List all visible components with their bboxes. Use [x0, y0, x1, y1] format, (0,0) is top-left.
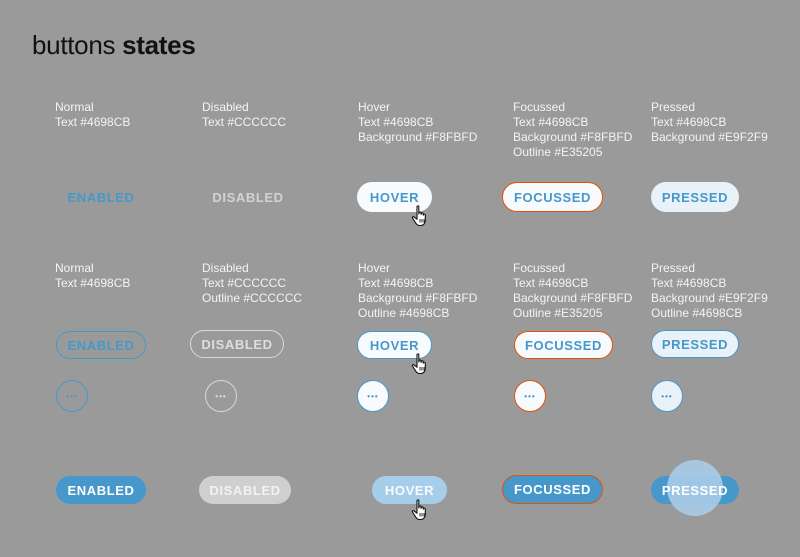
outline-button-enabled[interactable]: ENABLED [56, 331, 146, 359]
more-dots-icon: ••• [215, 391, 227, 401]
hand-pointer-icon [411, 205, 426, 227]
more-icon-button-pressed[interactable]: ••• [651, 380, 683, 412]
page-title: buttons states [32, 30, 196, 61]
more-dots-icon: ••• [661, 391, 673, 401]
filled-button-enabled[interactable]: ENABLED [56, 476, 146, 504]
hand-pointer-icon [411, 353, 426, 375]
outline-button-pressed[interactable]: PRESSED [651, 330, 739, 358]
caption-focussed-2: Focussed Text #4698CB Background #F8FBFD… [513, 261, 633, 320]
title-bold: states [122, 30, 196, 60]
filled-button-focussed[interactable]: FOCUSSED [502, 475, 603, 504]
more-icon-button-hover[interactable]: ••• [357, 380, 389, 412]
caption-normal: Normal Text #4698CB [55, 100, 131, 129]
caption-pressed-2: Pressed Text #4698CB Background #E9F2F9 … [651, 261, 768, 320]
filled-button-disabled: DISABLED [199, 476, 291, 504]
more-icon-button-disabled: ••• [205, 380, 237, 412]
caption-normal-2: Normal Text #4698CB [55, 261, 131, 290]
more-dots-icon: ••• [524, 391, 536, 401]
more-dots-icon: ••• [66, 391, 78, 401]
filled-button-pressed-label: PRESSED [661, 482, 729, 498]
caption-disabled-2: Disabled Text #CCCCCC Outline #CCCCCC [202, 261, 303, 305]
more-dots-icon: ••• [367, 391, 379, 401]
more-icon-button-focussed[interactable]: ••• [514, 380, 546, 412]
caption-hover: Hover Text #4698CB Background #F8FBFD [358, 100, 478, 144]
caption-disabled: Disabled Text #CCCCCC [202, 100, 287, 129]
outline-button-disabled: DISABLED [190, 330, 284, 358]
outline-button-focussed[interactable]: FOCUSSED [514, 331, 613, 359]
text-button-disabled: DISABLED [212, 189, 284, 205]
filled-button-hover[interactable]: HOVER [372, 476, 447, 504]
title-light: buttons [32, 30, 116, 60]
caption-focussed: Focussed Text #4698CB Background #F8FBFD… [513, 100, 633, 159]
caption-hover-2: Hover Text #4698CB Background #F8FBFD Ou… [358, 261, 478, 320]
hand-pointer-icon [411, 499, 426, 521]
caption-pressed: Pressed Text #4698CB Background #E9F2F9 [651, 100, 768, 144]
text-button-focussed[interactable]: FOCUSSED [502, 182, 603, 212]
text-button-enabled[interactable]: ENABLED [58, 182, 144, 212]
text-button-pressed[interactable]: PRESSED [651, 182, 739, 212]
more-icon-button-enabled[interactable]: ••• [56, 380, 88, 412]
